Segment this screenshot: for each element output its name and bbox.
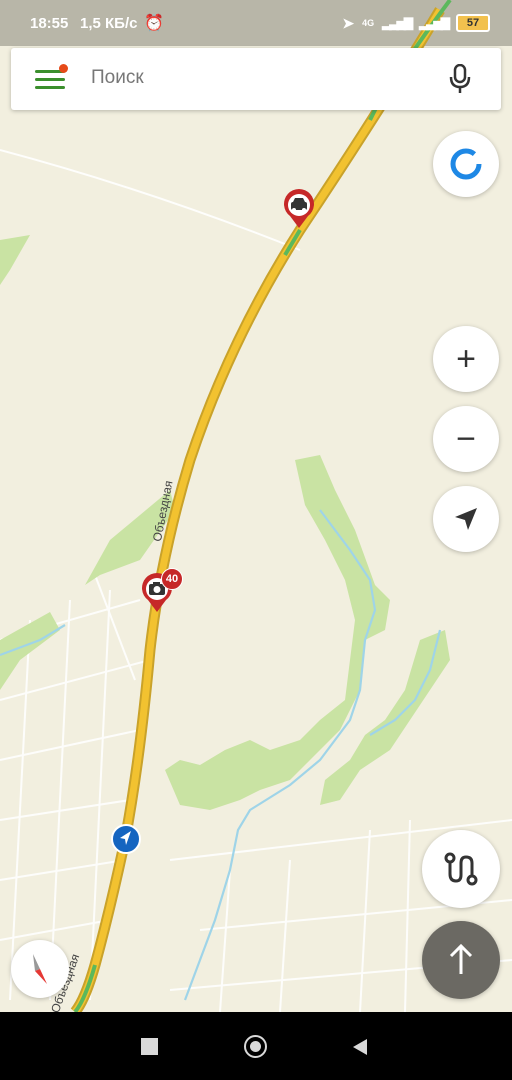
- navigation-arrow-icon: [455, 508, 477, 530]
- voice-assistant-button[interactable]: [433, 131, 499, 197]
- search-bar[interactable]: Поиск: [11, 48, 501, 110]
- signal-icon-2: ▂▃▅▇: [419, 16, 450, 30]
- compass-icon: [33, 954, 47, 984]
- menu-icon[interactable]: [35, 64, 68, 92]
- system-nav-bar: [0, 1012, 512, 1080]
- zoom-in-button[interactable]: +: [433, 326, 499, 392]
- current-position-marker: [110, 823, 142, 860]
- zoom-out-button[interactable]: −: [433, 406, 499, 472]
- go-button[interactable]: [422, 921, 500, 999]
- microphone-icon[interactable]: [449, 64, 471, 94]
- search-input[interactable]: Поиск: [91, 67, 144, 89]
- road-event-marker[interactable]: [282, 188, 316, 235]
- network-speed: 1,5 КБ/с: [80, 15, 138, 32]
- back-button[interactable]: [351, 1037, 369, 1057]
- alarm-icon: ⏰: [144, 15, 164, 32]
- speed-limit-badge: 40: [161, 568, 183, 590]
- voice-assistant-icon: [450, 148, 482, 180]
- minus-icon: −: [456, 420, 476, 458]
- status-time: 18:55: [30, 15, 69, 32]
- signal-icon: ▂▃▅▇: [382, 16, 413, 30]
- location-status-icon: ➤: [342, 14, 355, 31]
- locate-button[interactable]: [433, 486, 499, 552]
- route-button[interactable]: [422, 830, 500, 908]
- arrow-up-icon: [449, 943, 473, 974]
- network-type: 4G: [362, 18, 375, 28]
- status-bar: 18:55 1,5 КБ/с ⏰ ➤ 4G ▂▃▅▇ ▂▃▅▇ 57: [0, 0, 512, 46]
- plus-icon: +: [456, 340, 476, 378]
- battery-indicator: 57: [456, 14, 490, 32]
- home-button[interactable]: [244, 1035, 267, 1058]
- recents-button[interactable]: [141, 1038, 158, 1055]
- speed-camera-marker[interactable]: 40: [140, 568, 183, 619]
- route-icon: [444, 852, 478, 886]
- notification-dot: [59, 64, 68, 73]
- compass-button[interactable]: [11, 940, 69, 998]
